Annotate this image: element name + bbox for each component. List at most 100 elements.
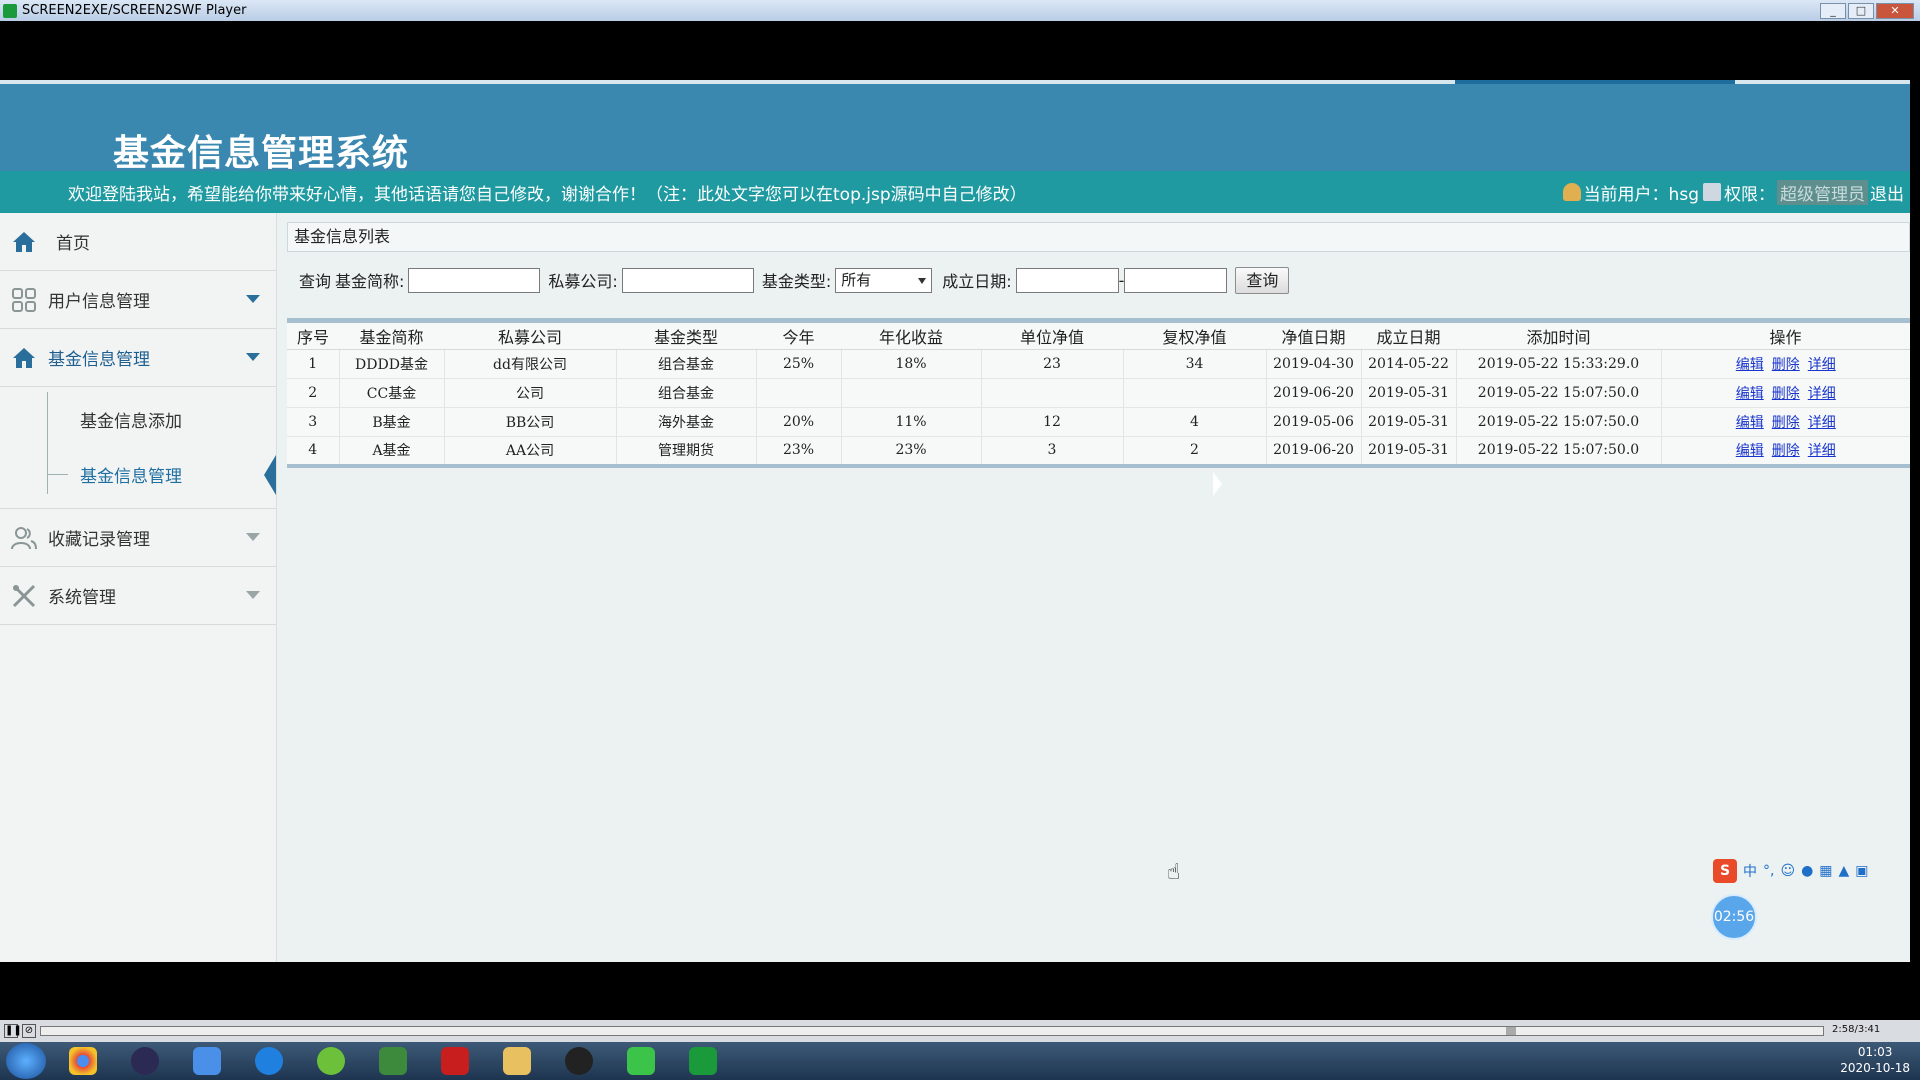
user-info: 当前用户：hsg 权限： 超级管理员 退出	[1562, 179, 1904, 205]
fund-name-input[interactable]	[408, 267, 541, 293]
cell: 2019-06-20	[1266, 436, 1362, 466]
cell: AA公司	[444, 436, 617, 466]
sidebar-item-favorites[interactable]: 收藏记录管理	[0, 509, 276, 567]
cell: 34	[1123, 349, 1267, 379]
green-app-taskbar-icon[interactable]	[306, 1043, 356, 1079]
screen-recorder-taskbar-icon[interactable]	[678, 1043, 728, 1079]
sidebar-item-label: 收藏记录管理	[48, 530, 150, 550]
delete-link[interactable]: 删除	[1772, 415, 1800, 431]
ime-mode[interactable]: 中	[1743, 861, 1757, 881]
delete-link[interactable]: 删除	[1772, 386, 1800, 402]
close-button[interactable]: ✕	[1876, 2, 1914, 19]
edit-link[interactable]: 编辑	[1736, 386, 1764, 402]
company-input[interactable]	[621, 267, 754, 293]
sidebar-item-home[interactable]: 首页	[0, 213, 276, 271]
current-user: 当前用户：hsg	[1583, 184, 1699, 205]
cell: 2	[287, 378, 340, 408]
sidebar-item-fund-manage[interactable]: 基金信息管理	[0, 447, 276, 502]
sidebar-item-fund-add[interactable]: 基金信息添加	[0, 392, 276, 447]
playback-time: 2:58/3:41	[1832, 1024, 1881, 1035]
start-button[interactable]	[6, 1043, 46, 1079]
chart-app-taskbar-icon[interactable]	[368, 1043, 418, 1079]
edit-link[interactable]: 编辑	[1736, 415, 1764, 431]
cell: 4	[287, 436, 340, 466]
users-icon	[10, 524, 38, 552]
sidebar-item-users[interactable]: 用户信息管理	[0, 271, 276, 329]
detail-link[interactable]: 详细	[1808, 386, 1836, 402]
cell: 11%	[841, 407, 982, 437]
punctuation-icon[interactable]: °,	[1763, 863, 1774, 879]
search-button[interactable]: 查询	[1235, 266, 1290, 294]
fund-table: 序号 基金简称 私募公司 基金类型 今年 年化收益 单位净值 复权净值 净值日期…	[287, 318, 1910, 468]
cell: 组合基金	[616, 378, 757, 408]
cell: 2019-05-22 15:07:50.0	[1456, 436, 1662, 466]
sidebar-item-label: 基金信息添加	[80, 412, 182, 432]
stop-button[interactable]: ⊘	[22, 1024, 36, 1038]
fund-type-select[interactable]: 所有	[835, 267, 933, 293]
baidu-netdisk-taskbar-icon[interactable]	[182, 1043, 232, 1079]
column-header: 单位净值	[981, 320, 1123, 350]
table-header-row: 序号 基金简称 私募公司 基金类型 今年 年化收益 单位净值 复权净值 净值日期…	[287, 320, 1910, 350]
maximize-button[interactable]: □	[1848, 2, 1874, 19]
cell: 1	[287, 349, 340, 379]
clock-time: 01:03	[1857, 1045, 1893, 1059]
ime-toolbar[interactable]: S 中 °, ☺ ● ▦ ▲ ▣	[1713, 859, 1869, 883]
toolbox-icon[interactable]: ▣	[1855, 863, 1868, 879]
fund-submenu: 基金信息添加 基金信息管理	[0, 387, 276, 509]
recording-timer[interactable]: 02:56	[1711, 894, 1757, 940]
chrome-taskbar-icon[interactable]	[58, 1043, 108, 1079]
site-header: 基金信息管理系统	[0, 80, 1910, 174]
found-date-label: 成立日期:	[942, 272, 1012, 291]
cell: 3	[287, 407, 340, 437]
cell: 12	[981, 407, 1124, 437]
pause-button[interactable]: ❚❚	[4, 1024, 22, 1038]
cell: A基金	[339, 436, 445, 466]
seek-thumb[interactable]	[1506, 1027, 1516, 1035]
column-header: 净值日期	[1266, 320, 1361, 350]
chevron-down-icon	[246, 353, 260, 361]
mic-icon[interactable]: ●	[1801, 863, 1813, 879]
clock-date: 2020-10-18	[1840, 1061, 1910, 1075]
keyboard-icon[interactable]: ▦	[1819, 863, 1832, 879]
emoji-icon[interactable]: ☺	[1780, 863, 1795, 879]
browser-taskbar-icon[interactable]	[244, 1043, 294, 1079]
minimize-button[interactable]: _	[1820, 2, 1846, 19]
cell: 2019-04-30	[1266, 349, 1362, 379]
loading-strip	[1455, 80, 1735, 84]
detail-link[interactable]: 详细	[1808, 357, 1836, 373]
window-title: SCREEN2EXE/SCREEN2SWF Player	[22, 3, 247, 18]
skin-icon[interactable]: ▲	[1839, 863, 1850, 879]
folder-taskbar-icon[interactable]	[492, 1043, 542, 1079]
column-header: 序号	[287, 320, 339, 350]
cell: 组合基金	[616, 349, 757, 379]
hand-cursor-icon: ☝	[1167, 860, 1181, 885]
panel-title: 基金信息列表	[287, 222, 1910, 252]
sogou-ime-icon: S	[1713, 859, 1737, 883]
logout-link[interactable]: 退出	[1870, 180, 1904, 205]
edit-link[interactable]: 编辑	[1736, 443, 1764, 459]
wechat-taskbar-icon[interactable]	[616, 1043, 666, 1079]
eclipse-taskbar-icon[interactable]	[120, 1043, 170, 1079]
table-row: 4 A基金 AA公司 管理期货 23% 23% 3 2 2019-06-20 2…	[287, 436, 1910, 466]
search-bar: 查询 基金简称: 私募公司: 基金类型: 所有 成立日期: - 查询	[287, 252, 1910, 308]
end-date-input[interactable]	[1124, 267, 1228, 293]
sidebar-item-funds[interactable]: 基金信息管理	[0, 329, 276, 387]
permission-icon	[1703, 183, 1721, 201]
flash-taskbar-icon[interactable]	[430, 1043, 480, 1079]
system-clock[interactable]: 01:03 2020-10-18	[1840, 1044, 1910, 1076]
sidebar-item-label: 系统管理	[48, 588, 116, 608]
main-content: 基金信息列表 查询 基金简称: 私募公司: 基金类型: 所有 成立日期: - 查…	[287, 222, 1910, 468]
delete-link[interactable]: 删除	[1772, 357, 1800, 373]
seek-bar[interactable]	[40, 1026, 1824, 1036]
detail-link[interactable]: 详细	[1808, 443, 1836, 459]
delete-link[interactable]: 删除	[1772, 443, 1800, 459]
cell: B基金	[339, 407, 445, 437]
edit-link[interactable]: 编辑	[1736, 357, 1764, 373]
taskbar: 01:03 2020-10-18	[0, 1042, 1920, 1080]
column-header: 基金类型	[616, 320, 756, 350]
start-date-input[interactable]	[1015, 267, 1119, 293]
qq-taskbar-icon[interactable]	[554, 1043, 604, 1079]
detail-link[interactable]: 详细	[1808, 415, 1836, 431]
sidebar-item-system[interactable]: 系统管理	[0, 567, 276, 625]
app-icon	[3, 3, 17, 18]
